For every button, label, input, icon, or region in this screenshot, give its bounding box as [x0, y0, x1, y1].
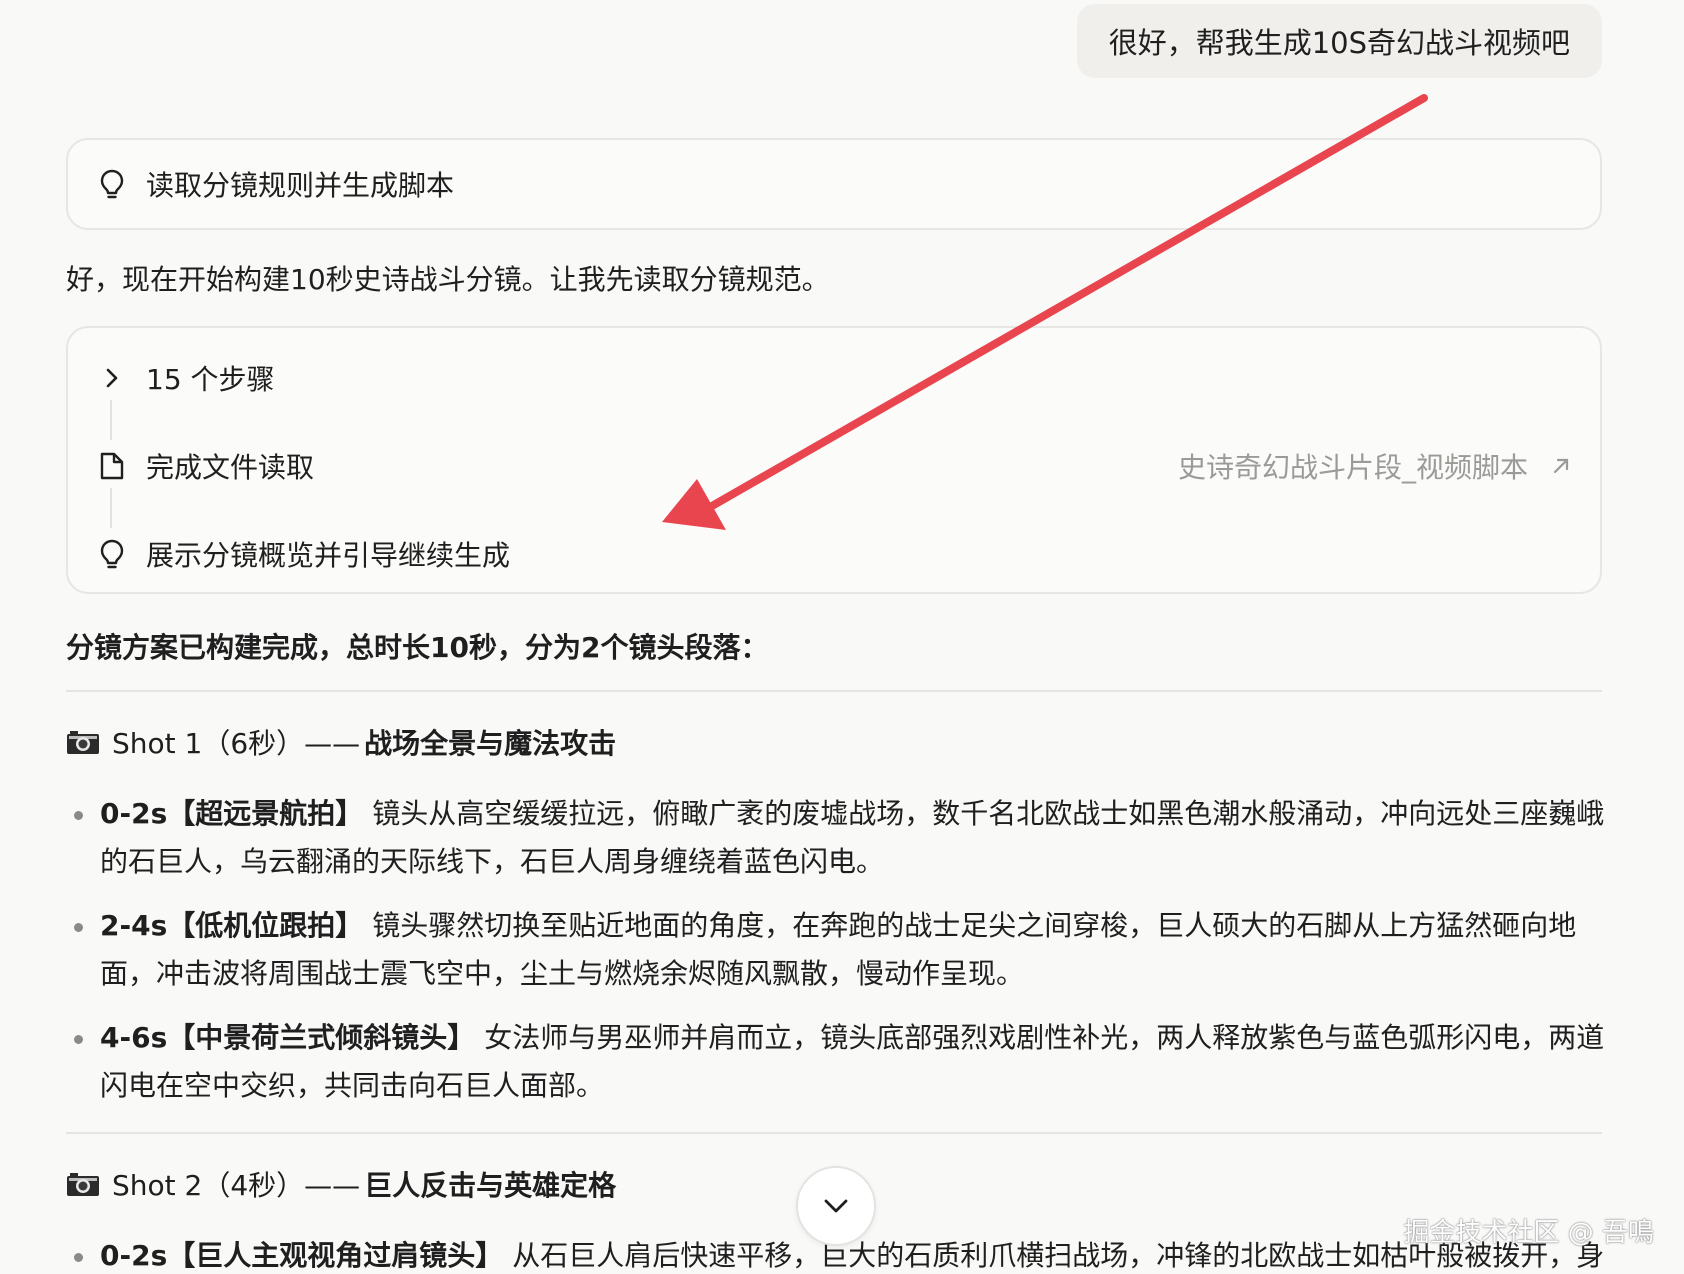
script-file-link[interactable]: 史诗奇幻战斗片段_视频脚本: [1178, 446, 1572, 486]
step-connector: [110, 400, 112, 440]
steps-toggle[interactable]: 15 个步骤: [96, 358, 275, 398]
beat-item: 0-2s【超远景航拍】 镜头从高空缓缓拉远，俯瞰广袤的废墟战场，数千名北欧战士如…: [66, 790, 1606, 886]
scroll-to-bottom-button[interactable]: [796, 1166, 876, 1246]
divider: [66, 1132, 1602, 1134]
step-connector: [110, 488, 112, 528]
task-card[interactable]: 读取分镜规则并生成脚本: [66, 138, 1602, 230]
external-link-icon: [1550, 455, 1572, 477]
step-item-label: 完成文件读取: [146, 451, 315, 484]
beat-item: 2-4s【低机位跟拍】 镜头骤然切换至贴近地面的角度，在奔跑的战士足尖之间穿梭，…: [66, 902, 1606, 998]
script-file-link-label: 史诗奇幻战斗片段_视频脚本: [1177, 451, 1528, 484]
storyboard-summary: 分镜方案已构建完成，总时长10秒，分为2个镜头段落：: [66, 631, 769, 664]
shot-1-title: Shot 1（6秒）—— 战场全景与魔法攻击: [66, 722, 616, 762]
chevron-right-icon: [96, 362, 128, 394]
lightbulb-icon: [96, 168, 128, 200]
step-item-storyboard-preview: 展示分镜概览并引导继续生成: [96, 534, 510, 574]
steps-card: 15 个步骤 完成文件读取 史诗奇幻战斗片段_视频脚本 展示分镜概览并引导继续生…: [66, 326, 1602, 594]
steps-toggle-label: 15 个步骤: [146, 363, 275, 396]
shot-2-title: Shot 2（4秒）—— 巨人反击与英雄定格: [66, 1164, 616, 1204]
shot-1-name: 战场全景与魔法攻击: [364, 727, 617, 760]
user-message-bubble: 很好，帮我生成10S奇幻战斗视频吧: [1076, 4, 1602, 78]
shot-1-prefix: Shot 1（6秒）——: [112, 727, 361, 760]
watermark: 掘金技术社区 @ 吾鳴: [1403, 1218, 1654, 1248]
chevron-down-icon: [823, 1198, 849, 1214]
user-message-text: 很好，帮我生成10S奇幻战斗视频吧: [1108, 26, 1570, 60]
divider: [66, 690, 1602, 692]
step-item-label: 展示分镜概览并引导继续生成: [146, 539, 511, 572]
step-item-file-read: 完成文件读取: [96, 446, 314, 486]
assistant-intro-text: 好，现在开始构建10秒史诗战斗分镜。让我先读取分镜规范。: [66, 263, 830, 296]
camera-icon: [66, 729, 100, 755]
camera-icon: [66, 1171, 100, 1197]
task-label: 读取分镜规则并生成脚本: [146, 169, 455, 202]
shot-2-prefix: Shot 2（4秒）——: [112, 1169, 361, 1202]
shot-2-name: 巨人反击与英雄定格: [364, 1169, 617, 1202]
lightbulb-icon: [96, 538, 128, 570]
file-icon: [96, 450, 128, 482]
shot-1-beats: 0-2s【超远景航拍】 镜头从高空缓缓拉远，俯瞰广袤的废墟战场，数千名北欧战士如…: [66, 790, 1606, 1126]
beat-item: 4-6s【中景荷兰式倾斜镜头】 女法师与男巫师并肩而立，镜头底部强烈戏剧性补光，…: [66, 1014, 1606, 1110]
